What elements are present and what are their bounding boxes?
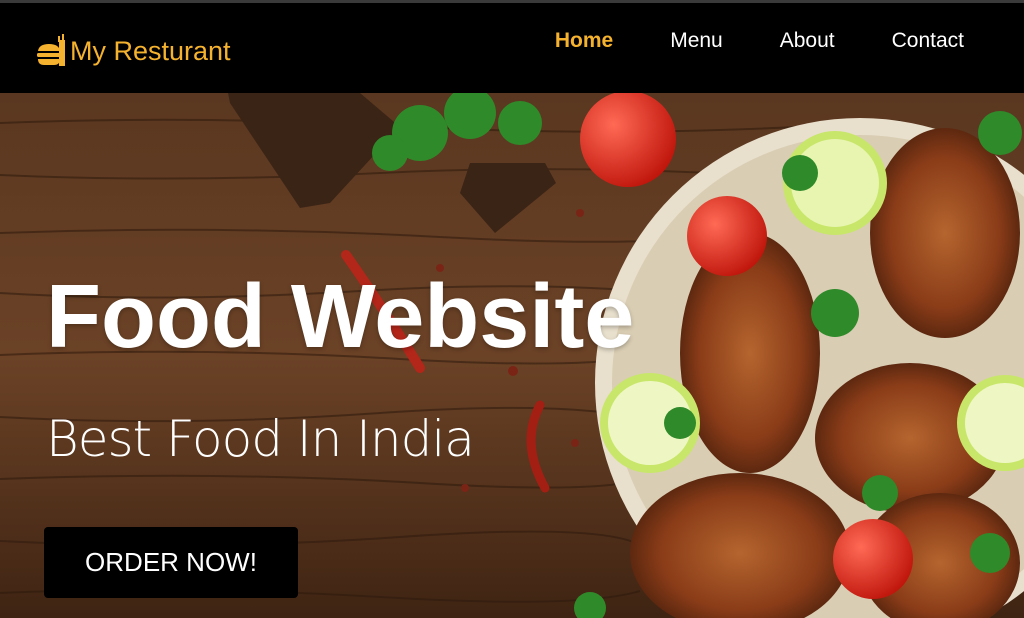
navbar: My Resturant Home Menu About Contact xyxy=(0,0,1024,93)
nav-link-menu[interactable]: Menu xyxy=(670,27,723,55)
hero-section: Food Website Best Food In India ORDER NO… xyxy=(0,93,1024,618)
nav-link-home[interactable]: Home xyxy=(555,27,613,55)
nav-link-contact[interactable]: Contact xyxy=(892,27,964,55)
nav-link-about[interactable]: About xyxy=(780,27,835,55)
burger-icon xyxy=(37,34,65,66)
order-now-button[interactable]: ORDER NOW! xyxy=(44,527,298,598)
brand-name: My Resturant xyxy=(70,36,231,66)
brand[interactable]: My Resturant xyxy=(36,34,231,68)
hero-title: Food Website xyxy=(46,267,635,367)
hero-subtitle: Best Food In India xyxy=(46,410,475,468)
nav-links: Home Menu About Contact xyxy=(498,27,964,55)
